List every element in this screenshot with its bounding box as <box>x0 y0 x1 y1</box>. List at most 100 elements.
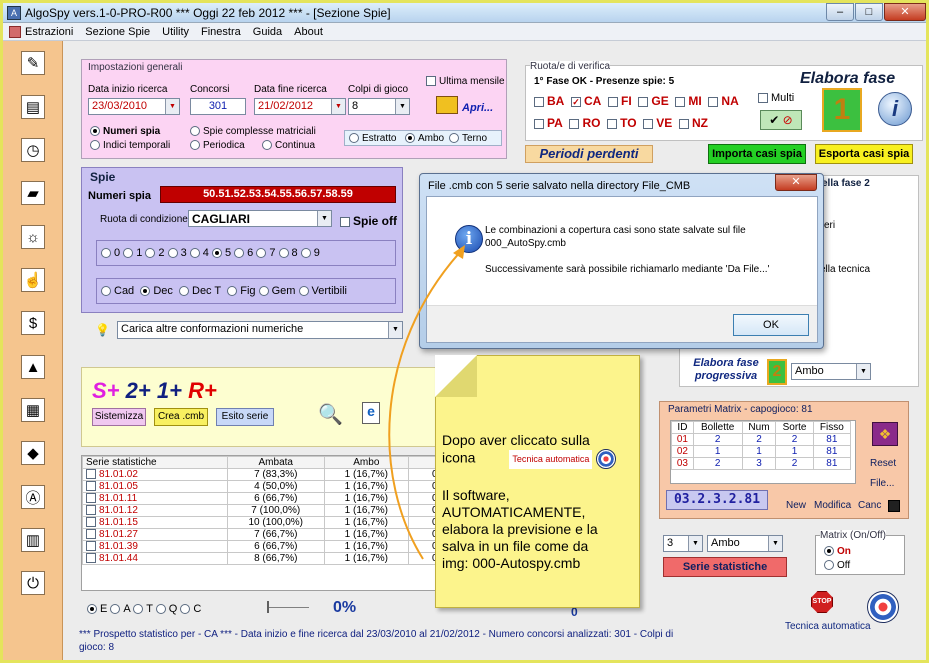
table-row[interactable]: 02 1 1 1 81 <box>671 445 852 458</box>
ruota-pa[interactable]: PA <box>534 116 563 130</box>
tecnica-automatica-button[interactable]: Tecnica automatica <box>785 621 871 632</box>
ruota-nz[interactable]: NZ <box>678 116 708 130</box>
ruota-fi[interactable]: FI <box>608 94 632 108</box>
chevron-down-icon[interactable]: ▼ <box>395 99 409 114</box>
close-button[interactable]: ✕ <box>884 3 926 21</box>
digit-3[interactable]: 3 <box>167 247 187 259</box>
diamond-icon[interactable]: ◆ <box>21 441 45 465</box>
col-serie[interactable]: Serie statistiche <box>82 456 228 469</box>
carica-select[interactable]: Carica altre conformazioni numeriche ▼ <box>117 321 403 339</box>
esito-serie-button[interactable]: Esito serie <box>216 408 274 426</box>
radio-estratto[interactable]: Estratto <box>349 133 396 144</box>
digit-4[interactable]: 4 <box>189 247 209 259</box>
matrix-col-bollette[interactable]: Bollette <box>692 421 743 434</box>
fase-2-button[interactable]: 2 <box>767 359 787 385</box>
radio-a[interactable]: A <box>110 603 130 615</box>
matrix-col-sorte[interactable]: Sorte <box>775 421 814 434</box>
modifica-button[interactable]: Modifica <box>814 500 851 511</box>
letter-a-icon[interactable]: Ⓐ <box>21 485 45 509</box>
matrix-col-id[interactable]: ID <box>671 421 694 434</box>
file-button[interactable]: File... <box>870 478 894 489</box>
check-cancel-icons[interactable]: ✔ ⊘ <box>760 110 802 130</box>
menu-utility[interactable]: Utility <box>162 26 189 38</box>
slider-thumb[interactable] <box>267 601 269 613</box>
radio-c[interactable]: C <box>180 603 201 615</box>
digit-6[interactable]: 6 <box>234 247 253 259</box>
radio-terno[interactable]: Terno <box>449 133 487 144</box>
multi-checkbox[interactable]: Multi <box>758 92 794 104</box>
digit-5[interactable]: 5 <box>211 247 231 259</box>
chevron-down-icon[interactable]: ▼ <box>331 99 345 114</box>
eraser-icon[interactable]: ▰ <box>21 181 45 205</box>
power-icon[interactable]: ⏻ <box>21 571 45 595</box>
magnifier-icon[interactable]: 🔍 <box>318 402 343 427</box>
matrix-col-num[interactable]: Num <box>741 421 777 434</box>
progress-slider[interactable] <box>269 607 309 608</box>
radio-q[interactable]: Q <box>155 603 177 615</box>
menu-sezione-spie[interactable]: Sezione Spie <box>85 26 150 38</box>
radio-ambo[interactable]: Ambo <box>405 133 444 144</box>
concorsi-field[interactable]: 301 <box>190 98 246 115</box>
ruota-ge[interactable]: GE <box>638 94 669 108</box>
col-ambata[interactable]: Ambata <box>226 456 325 469</box>
menu-finestra[interactable]: Finestra <box>201 26 241 38</box>
chevron-down-icon[interactable]: ▼ <box>856 364 870 379</box>
ruota-mi[interactable]: MI <box>675 94 702 108</box>
crea-cmb-button[interactable]: Crea .cmb <box>154 408 208 426</box>
ruota-na[interactable]: NA <box>708 94 739 108</box>
matrix-off-radio[interactable]: Off <box>824 560 850 571</box>
menu-guida[interactable]: Guida <box>253 26 282 38</box>
ruota-ve[interactable]: VE <box>643 116 672 130</box>
title-bar[interactable]: A AlgoSpy vers.1-0-PRO-R00 *** Oggi 22 f… <box>3 3 926 23</box>
digit-8[interactable]: 8 <box>278 247 298 259</box>
save-icon[interactable] <box>888 500 900 512</box>
dialog-close-button[interactable]: ✕ <box>775 174 817 191</box>
pencil-icon[interactable]: ✎ <box>21 51 45 75</box>
esporta-casi-button[interactable]: Esporta casi spia <box>815 144 913 164</box>
digit-7[interactable]: 7 <box>256 247 275 259</box>
books-icon[interactable]: ❖ <box>872 422 898 446</box>
mode-gem[interactable]: Gem <box>258 285 295 297</box>
fase-1-button[interactable]: 1 <box>822 88 862 132</box>
matrix-colpi-select[interactable]: 3 ▼ <box>663 535 703 552</box>
mode-vertibili[interactable]: Vertibili <box>298 285 347 297</box>
importa-casi-button[interactable]: Importa casi spia <box>708 144 806 164</box>
radio-e[interactable]: E <box>87 603 107 615</box>
maximize-button[interactable]: □ <box>855 3 883 21</box>
menu-estrazioni[interactable]: Estrazioni <box>25 26 73 38</box>
chevron-down-icon[interactable]: ▼ <box>317 211 331 226</box>
colpi-field[interactable]: 8 ▼ <box>348 98 410 115</box>
dollar-icon[interactable]: $ <box>21 311 45 335</box>
sistemizza-button[interactable]: Sistemizza <box>92 408 146 426</box>
mode-cad[interactable]: Cad <box>101 285 134 297</box>
folder-icon[interactable] <box>436 96 458 114</box>
chevron-down-icon[interactable]: ▼ <box>688 536 702 551</box>
digit-9[interactable]: 9 <box>300 247 320 259</box>
data-inizio-field[interactable]: 23/03/2010 ▼ <box>88 98 180 115</box>
notebook-icon[interactable]: ▥ <box>21 528 45 552</box>
calendar-icon[interactable]: ▦ <box>21 398 45 422</box>
table-row[interactable]: 03 2 3 2 81 <box>671 457 852 470</box>
radio-spie-complesse[interactable]: Spie complesse matriciali <box>190 126 316 137</box>
spie-off-checkbox[interactable]: Spie off <box>340 214 397 228</box>
mode-fig[interactable]: Fig <box>227 285 256 297</box>
stop-icon[interactable]: STOP <box>811 591 833 613</box>
periodi-perdenti-button[interactable]: Periodi perdenti <box>525 145 653 163</box>
ruota-condizione-select[interactable]: CAGLIARI ▼ <box>188 210 332 227</box>
shapes-icon[interactable]: ▲ <box>21 355 45 379</box>
canc-button[interactable]: Canc <box>858 500 881 511</box>
ok-button[interactable]: OK <box>733 314 809 336</box>
digit-0[interactable]: 0 <box>101 247 120 259</box>
ultima-mensile-checkbox[interactable]: Ultima mensile <box>426 76 505 87</box>
ruota-ro[interactable]: RO <box>569 116 600 130</box>
minimize-button[interactable]: – <box>826 3 854 21</box>
matrix-col-fisso[interactable]: Fisso <box>812 421 852 434</box>
radio-continua[interactable]: Continua <box>262 140 315 151</box>
digit-2[interactable]: 2 <box>145 247 165 259</box>
table-row[interactable]: 01 2 2 2 81 <box>671 433 852 446</box>
ruota-ca[interactable]: ✓ CA <box>571 94 601 108</box>
fase2-sorte-select[interactable]: Ambo ▼ <box>791 363 871 380</box>
radio-indici-temporali[interactable]: Indici temporali <box>90 140 170 151</box>
menu-about[interactable]: About <box>294 26 323 38</box>
lightbulb-icon[interactable]: ☼ <box>21 225 45 249</box>
